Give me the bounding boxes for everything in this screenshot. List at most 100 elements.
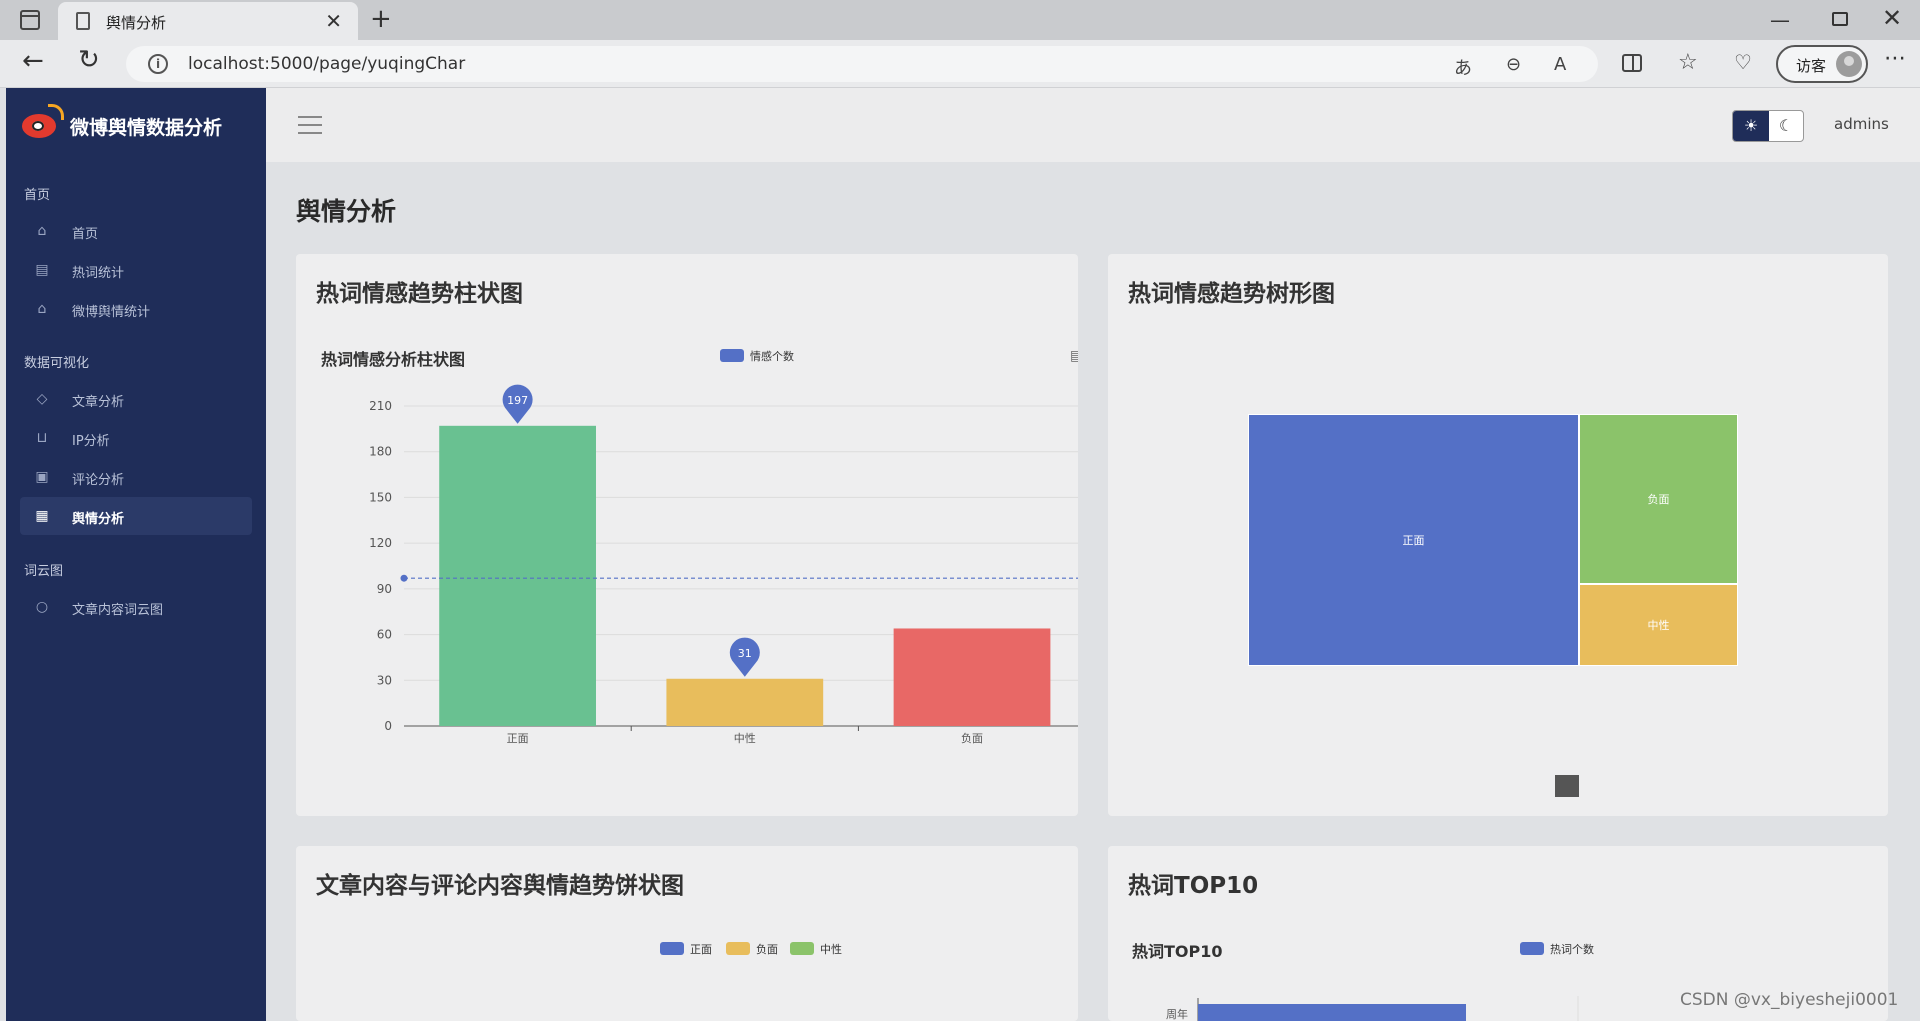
treemap-chart: 正面 负面 中性 [1248,414,1738,666]
more-options-icon[interactable]: ⋯ [1884,46,1906,71]
card-title: 热词情感趋势树形图 [1128,281,1335,307]
sidebar-item-label: 热词统计 [72,266,125,281]
home-icon: ⌂ [37,223,47,239]
x-tick-label: 中性 [734,731,756,745]
address-bar[interactable]: i localhost:5000/page/yuqingChar あ ⊖ A [126,46,1598,82]
legend-label[interactable]: 正面 [690,941,712,957]
legend-label[interactable]: 负面 [756,941,778,957]
sidebar-item-label: 评论分析 [72,473,125,488]
y-tick-label: 30 [377,673,392,687]
csdn-watermark: CSDN @vx_biyesheji0001 [1680,990,1899,1010]
back-icon[interactable]: ← [22,46,44,76]
legend-swatch[interactable] [726,942,750,955]
sidebar-section-home: 首页 [24,188,51,203]
y-tick-label: 120 [369,536,392,550]
sidebar-item-sentiment-analysis[interactable]: ▦ 舆情分析 [20,497,252,535]
sidebar-section-visualization: 数据可视化 [24,356,90,371]
y-tick-label: 150 [369,490,392,504]
avatar-icon [1836,51,1862,77]
app-root: 舆情分析 ✕ + — ✕ ← ↻ i localhost:5000/page/y… [0,0,1920,1021]
x-tick-label: 正面 [507,732,529,745]
browser-essentials-icon[interactable]: ♡ [1734,50,1752,74]
page-title: 舆情分析 [296,197,397,226]
y-tick-label: 210 [369,399,392,413]
treemap-node[interactable]: 中性 [1579,584,1738,666]
brand-title: 微博舆情数据分析 [70,117,223,139]
legend-label[interactable]: 中性 [820,941,842,957]
sidebar-item-ip-analysis[interactable]: ⊔ IP分析 [20,419,252,457]
sidebar-item-home[interactable]: ⌂ 首页 [20,212,252,250]
bar-负面 [893,628,1051,726]
sidebar-item-label: 文章分析 [72,395,125,410]
bar-chart-card: 热词情感趋势柱状图 热词情感分析柱状图 情感个数 ▤ 0 30 60 90 120 150… [296,254,1078,816]
menu-toggle-icon[interactable] [298,116,322,134]
username[interactable]: admins [1834,115,1889,133]
reload-icon[interactable]: ↻ [78,45,100,75]
sidebar-item-weibo-stats[interactable]: ⌂ 微博舆情统计 [20,290,252,328]
theme-toggle[interactable]: ☀ ☾ [1732,110,1804,142]
new-tab-icon[interactable]: + [370,4,392,34]
treemap-node[interactable]: 正面 [1248,414,1579,666]
sidebar-item-hotword-stats[interactable]: ▤ 热词统计 [20,251,252,289]
legend-swatch[interactable] [660,942,684,955]
treemap-breadcrumb[interactable] [1555,775,1579,797]
site-info-icon[interactable]: i [148,54,168,74]
y-tick-label: 周年 [1166,1007,1188,1021]
sidebar-item-label: 首页 [72,227,99,242]
sidebar-section-wordcloud: 词云图 [24,564,64,579]
window-close-icon[interactable]: ✕ [1882,4,1902,32]
pie-chart-card: 文章内容与评论内容舆情趋势饼状图 正面 负面 中性 [296,846,1078,1021]
sidebar-item-article-analysis[interactable]: ◇ 文章分析 [20,380,252,418]
mark-point-label: 197 [507,394,528,407]
page-icon [76,12,90,30]
bank-icon: ⌂ [37,301,47,317]
top-header: ☀ ☾ admins [266,88,1920,162]
weibo-logo-icon [20,104,64,140]
profile-button[interactable]: 访客 [1776,45,1868,83]
tab-title: 舆情分析 [106,14,167,32]
sidebar: 微博舆情数据分析 首页 ⌂ 首页 ▤ 热词统计 ⌂ 微博舆情统计 数据可视化 ◇… [6,88,266,1021]
chart-box-icon: ▣ [35,469,49,485]
sidebar-item-label: 舆情分析 [72,512,125,527]
legend-swatch[interactable] [790,942,814,955]
sidebar-item-label: 微博舆情统计 [72,305,151,320]
treemap-node[interactable]: 负面 [1579,414,1738,584]
y-tick-label: 60 [377,628,392,642]
y-tick-label: 0 [384,719,392,733]
bar-top10-1 [1198,1004,1466,1021]
sidebar-item-label: IP分析 [72,434,110,449]
y-tick-label: 90 [377,582,392,596]
browser-tab[interactable]: 舆情分析 ✕ [58,2,358,40]
sidebar-item-wordcloud[interactable]: ○ 文章内容词云图 [20,588,252,626]
sidebar-item-label: 文章内容词云图 [72,603,164,618]
table-icon: ▤ [35,262,49,278]
split-screen-icon[interactable] [1622,54,1642,72]
zoom-out-icon[interactable]: ⊖ [1506,54,1521,75]
translate-icon[interactable]: あ [1454,54,1472,80]
bar-中性 [666,678,824,726]
minimize-icon[interactable]: — [1770,8,1790,32]
browser-toolbar: ← ↻ i localhost:5000/page/yuqingChar あ ⊖… [0,40,1920,88]
tab-actions-icon[interactable] [20,10,40,30]
sun-icon[interactable]: ☀ [1733,111,1769,141]
browser-tab-bar: 舆情分析 ✕ + — ✕ [0,0,1920,40]
cart-icon: ⊔ [36,430,48,446]
bar-chart: 0 30 60 90 120 150 180 210 正面 中性 负面 197 31 [369,384,1078,745]
read-aloud-icon[interactable]: A [1554,54,1566,75]
x-tick-label: 负面 [961,731,983,745]
restore-icon[interactable] [1832,12,1848,26]
mark-point-label: 31 [738,647,752,660]
message-icon: ○ [35,599,49,615]
url-text[interactable]: localhost:5000/page/yuqingChar [188,54,465,74]
clipboard-icon: ▦ [35,508,49,524]
close-tab-icon[interactable]: ✕ [325,9,342,33]
bar-正面 [439,425,596,726]
card-title: 文章内容与评论内容舆情趋势饼状图 [316,873,684,899]
sidebar-item-comment-analysis[interactable]: ▣ 评论分析 [20,458,252,496]
favorites-icon[interactable]: ☆ [1678,50,1698,75]
moon-icon[interactable]: ☾ [1769,111,1803,141]
profile-label: 访客 [1796,57,1827,75]
treemap-card: 热词情感趋势树形图 正面 负面 中性 [1108,254,1888,816]
y-tick-label: 180 [369,445,392,459]
tag-icon: ◇ [36,391,48,407]
